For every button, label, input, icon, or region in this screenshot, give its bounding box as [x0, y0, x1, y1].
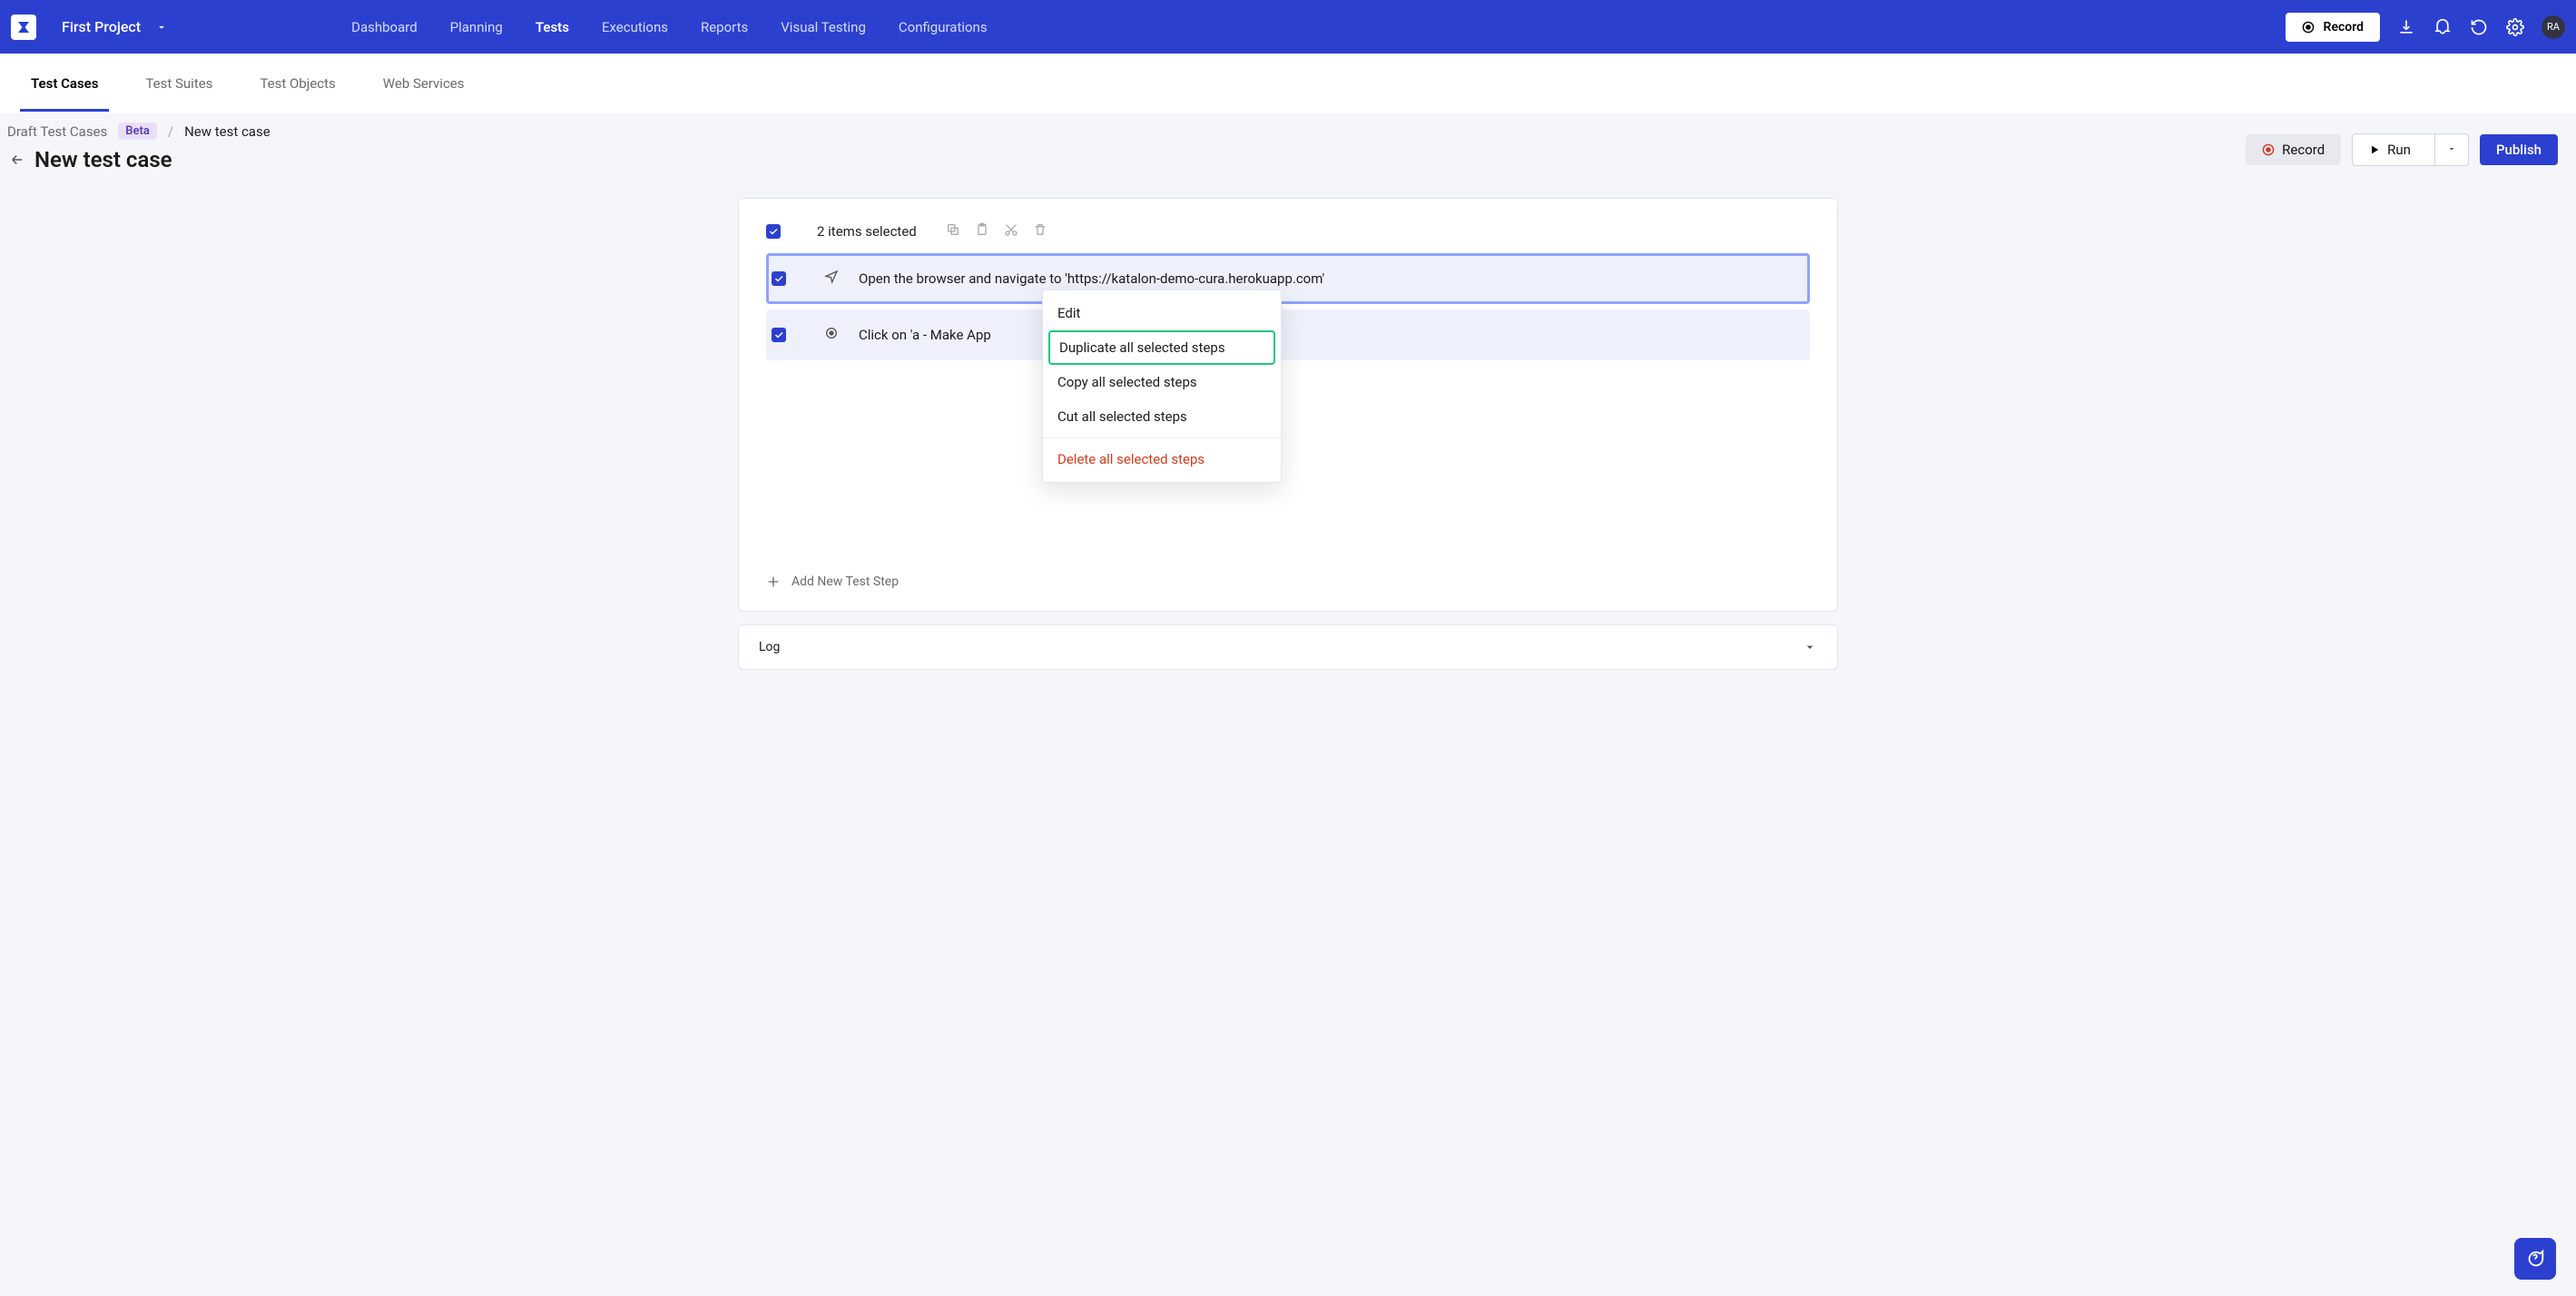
- back-arrow-icon[interactable]: [7, 150, 27, 170]
- menu-delete[interactable]: Delete all selected steps: [1043, 442, 1281, 476]
- page-title: New test case: [34, 147, 172, 172]
- step-checkbox[interactable]: [772, 271, 786, 286]
- top-nav: Dashboard Planning Tests Executions Repo…: [339, 14, 999, 41]
- delete-icon[interactable]: [1033, 222, 1047, 241]
- nav-tests[interactable]: Tests: [523, 14, 582, 41]
- cut-icon[interactable]: [1004, 222, 1018, 241]
- user-avatar[interactable]: RA: [2542, 15, 2565, 39]
- nav-planning[interactable]: Planning: [438, 14, 516, 41]
- context-menu: Edit Duplicate all selected steps Copy a…: [1042, 290, 1282, 483]
- log-panel[interactable]: Log: [738, 624, 1838, 670]
- breadcrumb: Draft Test Cases Beta / New test case: [7, 123, 2246, 140]
- page-record-button[interactable]: Record: [2246, 134, 2341, 165]
- step-row[interactable]: Click on 'a - Make App: [766, 309, 1810, 360]
- nav-reports[interactable]: Reports: [688, 14, 761, 41]
- record-icon: [2262, 143, 2275, 156]
- menu-duplicate[interactable]: Duplicate all selected steps: [1048, 330, 1275, 365]
- play-icon: [2369, 144, 2380, 155]
- menu-cut[interactable]: Cut all selected steps: [1043, 399, 1281, 434]
- tab-test-cases[interactable]: Test Cases: [20, 55, 109, 112]
- beta-badge: Beta: [118, 123, 157, 140]
- navigate-icon: [824, 270, 842, 288]
- project-name: First Project: [62, 18, 141, 35]
- tab-test-suites[interactable]: Test Suites: [134, 55, 223, 112]
- chevron-down-icon: [2446, 143, 2457, 154]
- breadcrumb-separator: /: [168, 123, 173, 140]
- download-icon[interactable]: [2396, 17, 2416, 37]
- nav-configurations[interactable]: Configurations: [886, 14, 1000, 41]
- add-step-label: Add New Test Step: [791, 574, 899, 589]
- breadcrumb-root[interactable]: Draft Test Cases: [7, 123, 107, 140]
- add-step-button[interactable]: Add New Test Step: [766, 556, 1810, 594]
- nav-executions[interactable]: Executions: [589, 14, 681, 41]
- history-icon[interactable]: [2469, 17, 2489, 37]
- record-label: Record: [2324, 20, 2364, 34]
- click-icon: [824, 326, 842, 344]
- record-icon: [2302, 21, 2315, 34]
- step-text: Open the browser and navigate to 'https:…: [859, 270, 1324, 287]
- menu-edit[interactable]: Edit: [1043, 296, 1281, 330]
- project-selector[interactable]: First Project: [54, 13, 175, 41]
- nav-dashboard[interactable]: Dashboard: [339, 14, 430, 41]
- run-dropdown[interactable]: [2434, 134, 2468, 165]
- copy-icon[interactable]: [946, 222, 960, 241]
- chevron-down-icon: [155, 21, 168, 34]
- selection-summary: 2 items selected: [817, 223, 917, 240]
- paste-icon[interactable]: [975, 222, 989, 241]
- nav-visual-testing[interactable]: Visual Testing: [768, 14, 879, 41]
- run-label: Run: [2387, 142, 2411, 158]
- publish-label: Publish: [2496, 142, 2542, 158]
- menu-divider: [1043, 437, 1281, 438]
- tab-test-objects[interactable]: Test Objects: [249, 55, 346, 112]
- chevron-down-icon[interactable]: [1803, 640, 1817, 654]
- app-logo[interactable]: [11, 15, 36, 40]
- log-title: Log: [759, 640, 780, 654]
- sub-tabs: Test Cases Test Suites Test Objects Web …: [0, 54, 2576, 113]
- publish-button[interactable]: Publish: [2480, 134, 2558, 165]
- step-checkbox[interactable]: [772, 328, 786, 342]
- run-button[interactable]: Run: [2352, 133, 2469, 166]
- plus-icon: [766, 574, 781, 589]
- help-fab[interactable]: [2514, 1238, 2556, 1280]
- header-record-button[interactable]: Record: [2286, 13, 2380, 42]
- gear-icon[interactable]: [2505, 17, 2525, 37]
- help-chat-icon: [2525, 1249, 2545, 1269]
- logo-icon: [15, 19, 32, 35]
- breadcrumb-current: New test case: [184, 123, 270, 140]
- page-record-label: Record: [2282, 142, 2325, 158]
- select-all-checkbox[interactable]: [766, 224, 781, 239]
- step-text: Click on 'a - Make App: [859, 327, 991, 343]
- steps-card: 2 items selected Open the browser and na…: [738, 198, 1838, 612]
- menu-copy[interactable]: Copy all selected steps: [1043, 365, 1281, 399]
- step-row[interactable]: Open the browser and navigate to 'https:…: [766, 253, 1810, 304]
- bell-icon[interactable]: [2433, 17, 2453, 37]
- tab-web-services[interactable]: Web Services: [372, 55, 476, 112]
